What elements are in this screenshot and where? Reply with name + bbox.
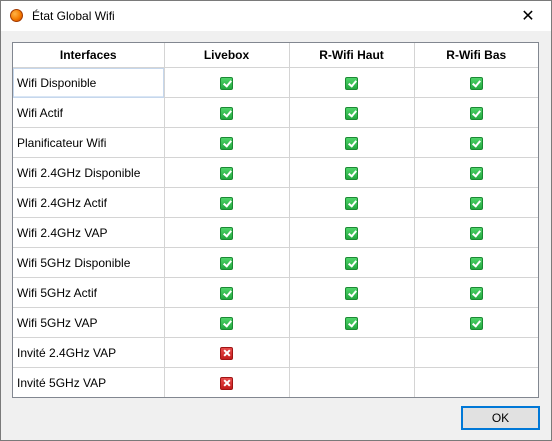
status-cell-livebox[interactable] (164, 277, 290, 308)
status-cell-r-wifi-haut[interactable] (289, 127, 415, 158)
status-cell-r-wifi-haut[interactable] (289, 97, 415, 128)
interface-label-cell[interactable]: Invité 5GHz VAP (13, 367, 165, 397)
status-cell-r-wifi-bas[interactable] (414, 157, 538, 188)
table-row[interactable]: Wifi 2.4GHz VAP (13, 217, 538, 248)
title-bar: État Global Wifi ✕ (1, 1, 551, 31)
status-cell-r-wifi-bas[interactable] (414, 307, 538, 338)
status-cell-r-wifi-bas[interactable] (414, 277, 538, 308)
status-cell-livebox[interactable] (164, 67, 290, 98)
status-cell-r-wifi-haut[interactable] (289, 277, 415, 308)
table-row[interactable]: Wifi Disponible (13, 67, 538, 98)
column-header-r-wifi-bas[interactable]: R-Wifi Bas (414, 43, 538, 68)
status-cell-livebox[interactable] (164, 97, 290, 128)
green-check-icon (220, 256, 233, 270)
wifi-status-table: Interfaces Livebox R-Wifi Haut R-Wifi Ba… (13, 43, 538, 397)
table-row[interactable]: Invité 5GHz VAP (13, 367, 538, 397)
interface-label-cell[interactable]: Wifi 2.4GHz VAP (13, 217, 165, 248)
status-cell-livebox[interactable] (164, 307, 290, 338)
column-header-interfaces[interactable]: Interfaces (13, 43, 165, 68)
green-check-icon (220, 196, 233, 210)
green-check-icon (345, 106, 358, 120)
red-cross-icon (220, 346, 233, 360)
close-button[interactable]: ✕ (505, 1, 551, 31)
status-cell-r-wifi-haut[interactable] (289, 157, 415, 188)
green-check-icon (220, 136, 233, 150)
green-check-icon (220, 76, 233, 90)
interface-label-cell[interactable]: Wifi Disponible (13, 67, 165, 98)
status-cell-r-wifi-bas[interactable] (414, 97, 538, 128)
status-cell-r-wifi-bas[interactable] (414, 127, 538, 158)
green-check-icon (345, 256, 358, 270)
table-row[interactable]: Wifi Actif (13, 97, 538, 128)
green-check-icon (220, 316, 233, 330)
window-title: État Global Wifi (32, 9, 115, 23)
status-cell-livebox[interactable] (164, 127, 290, 158)
green-check-icon (469, 76, 483, 90)
interface-label-cell[interactable]: Wifi 5GHz Disponible (13, 247, 165, 278)
status-cell-r-wifi-bas[interactable] (414, 217, 538, 248)
green-check-icon (469, 316, 483, 330)
interface-label-cell[interactable]: Planificateur Wifi (13, 127, 165, 158)
status-cell-livebox[interactable] (164, 217, 290, 248)
status-cell-r-wifi-haut[interactable] (289, 337, 415, 368)
table-row[interactable]: Invité 2.4GHz VAP (13, 337, 538, 368)
status-cell-livebox[interactable] (164, 157, 290, 188)
green-check-icon (345, 196, 358, 210)
green-check-icon (345, 286, 358, 300)
status-cell-r-wifi-haut[interactable] (289, 247, 415, 278)
green-check-icon (345, 226, 358, 240)
interface-label-cell[interactable]: Wifi 2.4GHz Disponible (13, 157, 165, 188)
green-check-icon (220, 166, 233, 180)
green-check-icon (345, 316, 358, 330)
status-cell-r-wifi-bas[interactable] (414, 247, 538, 278)
status-cell-r-wifi-haut[interactable] (289, 307, 415, 338)
column-header-livebox[interactable]: Livebox (164, 43, 290, 68)
status-cell-r-wifi-bas[interactable] (414, 337, 538, 368)
status-cell-livebox[interactable] (164, 367, 290, 397)
table-row[interactable]: Planificateur Wifi (13, 127, 538, 158)
status-cell-livebox[interactable] (164, 337, 290, 368)
ok-button[interactable]: OK (461, 406, 540, 430)
close-icon: ✕ (521, 8, 535, 25)
interface-label-cell[interactable]: Wifi Actif (13, 97, 165, 128)
status-cell-r-wifi-haut[interactable] (289, 367, 415, 397)
green-check-icon (469, 286, 483, 300)
green-check-icon (220, 106, 233, 120)
status-cell-r-wifi-haut[interactable] (289, 217, 415, 248)
green-check-icon (469, 196, 483, 210)
table-header-row: Interfaces Livebox R-Wifi Haut R-Wifi Ba… (13, 43, 538, 68)
interface-label-cell[interactable]: Wifi 5GHz Actif (13, 277, 165, 308)
table-row[interactable]: Wifi 5GHz Disponible (13, 247, 538, 278)
interface-label-cell[interactable]: Invité 2.4GHz VAP (13, 337, 165, 368)
table-body: Wifi Disponible Wifi Actif Planificateur W… (13, 67, 538, 397)
table-row[interactable]: Wifi 2.4GHz Disponible (13, 157, 538, 188)
interface-label-cell[interactable]: Wifi 5GHz VAP (13, 307, 165, 338)
status-cell-livebox[interactable] (164, 247, 290, 278)
status-cell-r-wifi-haut[interactable] (289, 187, 415, 218)
green-check-icon (469, 256, 483, 270)
green-check-icon (469, 136, 483, 150)
orange-app-icon (10, 9, 23, 22)
green-check-icon (469, 226, 483, 240)
status-cell-r-wifi-bas[interactable] (414, 187, 538, 218)
red-cross-icon (220, 376, 233, 390)
green-check-icon (220, 286, 233, 300)
table-row[interactable]: Wifi 5GHz VAP (13, 307, 538, 338)
status-cell-r-wifi-bas[interactable] (414, 367, 538, 397)
dialog-window: État Global Wifi ✕ Interfaces Livebox R-… (0, 0, 552, 441)
green-check-icon (345, 136, 358, 150)
green-check-icon (345, 166, 358, 180)
status-cell-r-wifi-bas[interactable] (414, 67, 538, 98)
table-row[interactable]: Wifi 2.4GHz Actif (13, 187, 538, 218)
green-check-icon (345, 76, 358, 90)
table-row[interactable]: Wifi 5GHz Actif (13, 277, 538, 308)
green-check-icon (469, 166, 483, 180)
green-check-icon (469, 106, 483, 120)
green-check-icon (220, 226, 233, 240)
column-header-r-wifi-haut[interactable]: R-Wifi Haut (289, 43, 415, 68)
status-cell-livebox[interactable] (164, 187, 290, 218)
interface-label-cell[interactable]: Wifi 2.4GHz Actif (13, 187, 165, 218)
wifi-status-table-frame[interactable]: Interfaces Livebox R-Wifi Haut R-Wifi Ba… (12, 42, 539, 398)
status-cell-r-wifi-haut[interactable] (289, 67, 415, 98)
